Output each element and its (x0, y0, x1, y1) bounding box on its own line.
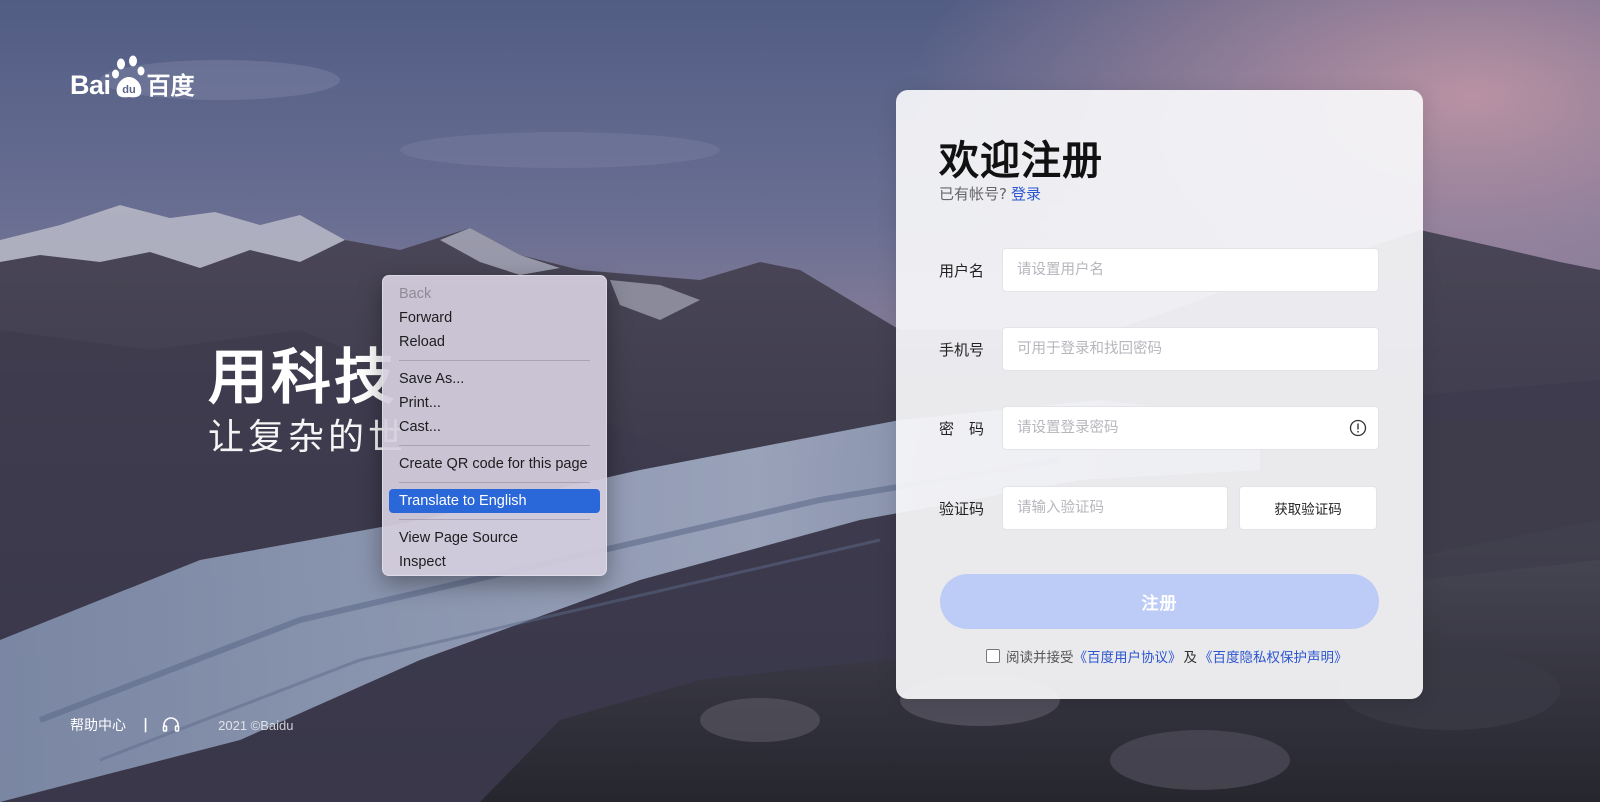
password-input[interactable] (1003, 407, 1378, 449)
menu-item-translate[interactable]: Translate to English (389, 489, 600, 513)
footer-separator: | (143, 717, 149, 733)
code-row: 验证码 获取验证码 (939, 486, 1379, 530)
get-code-button[interactable]: 获取验证码 (1239, 486, 1377, 530)
username-label: 用户名 (939, 261, 985, 280)
menu-item-print[interactable]: Print... (389, 391, 600, 415)
footer: 帮助中心 | 2021 ©Baidu (70, 715, 293, 735)
menu-item-save-as[interactable]: Save As... (389, 367, 600, 391)
code-field-box (1002, 486, 1228, 530)
phone-input[interactable] (1003, 328, 1378, 370)
username-field-box (1002, 248, 1379, 292)
agree-prefix: 阅读并接受 (1006, 650, 1074, 666)
agreement-checkbox[interactable] (986, 649, 1000, 663)
verification-code-input[interactable] (1003, 487, 1227, 529)
baidu-logo[interactable]: Bai du 百度 (70, 55, 195, 99)
menu-item-back: Back (399, 286, 432, 302)
agreement-line: 阅读并接受 《百度用户协议》 及 《百度隐私权保护声明》 (986, 646, 1348, 666)
password-row: 密 码 (939, 406, 1379, 450)
headset-icon[interactable] (161, 715, 181, 735)
password-label: 密 码 (939, 419, 985, 438)
slogan-line-2: 让复杂的世 (208, 417, 409, 458)
privacy-statement-link[interactable]: 《百度隐私权保护声明》 (1199, 646, 1348, 666)
phone-row: 手机号 (939, 327, 1379, 371)
menu-item-create-qr[interactable]: Create QR code for this page (389, 452, 600, 476)
agree-and: 及 (1183, 650, 1198, 666)
menu-divider (399, 519, 590, 520)
code-label: 验证码 (939, 499, 985, 518)
username-input[interactable] (1003, 249, 1378, 291)
menu-item-reload[interactable]: Reload (389, 330, 600, 354)
have-account-text: 已有帐号? (939, 185, 1007, 203)
register-submit-button[interactable]: 注册 (940, 574, 1379, 629)
menu-item-cast[interactable]: Cast... (389, 415, 600, 439)
phone-field-box (1002, 327, 1379, 371)
logo-latin: Bai (70, 70, 111, 100)
password-field-box (1002, 406, 1379, 450)
login-link[interactable]: 登录 (1011, 185, 1041, 203)
register-card: 欢迎注册 已有帐号?登录 用户名 手机号 密 码 验证码 (896, 90, 1423, 699)
password-hint-icon[interactable] (1349, 419, 1367, 437)
have-account-line: 已有帐号? 登录 (939, 183, 1041, 204)
menu-divider (399, 360, 590, 361)
menu-divider (399, 482, 590, 483)
paw-text: du (122, 84, 135, 96)
register-title: 欢迎注册 (939, 138, 1103, 184)
menu-divider (399, 445, 590, 446)
user-agreement-link[interactable]: 《百度用户协议》 (1074, 646, 1182, 666)
paw-icon: du (111, 55, 146, 99)
menu-item-view-source[interactable]: View Page Source (389, 526, 600, 550)
slogan: 用科技 让复杂的世 (208, 340, 408, 460)
slogan-line-1: 用科技 (208, 343, 397, 413)
menu-item-inspect[interactable]: Inspect (389, 550, 600, 574)
context-menu: Back Forward Reload Save As... Print... … (382, 275, 607, 576)
help-center-link[interactable]: 帮助中心 (70, 715, 126, 735)
copyright: 2021 ©Baidu (218, 717, 294, 733)
logo-chinese: 百度 (146, 72, 195, 100)
menu-item-forward[interactable]: Forward (389, 306, 600, 330)
phone-label: 手机号 (939, 340, 985, 359)
username-row: 用户名 (939, 248, 1379, 292)
